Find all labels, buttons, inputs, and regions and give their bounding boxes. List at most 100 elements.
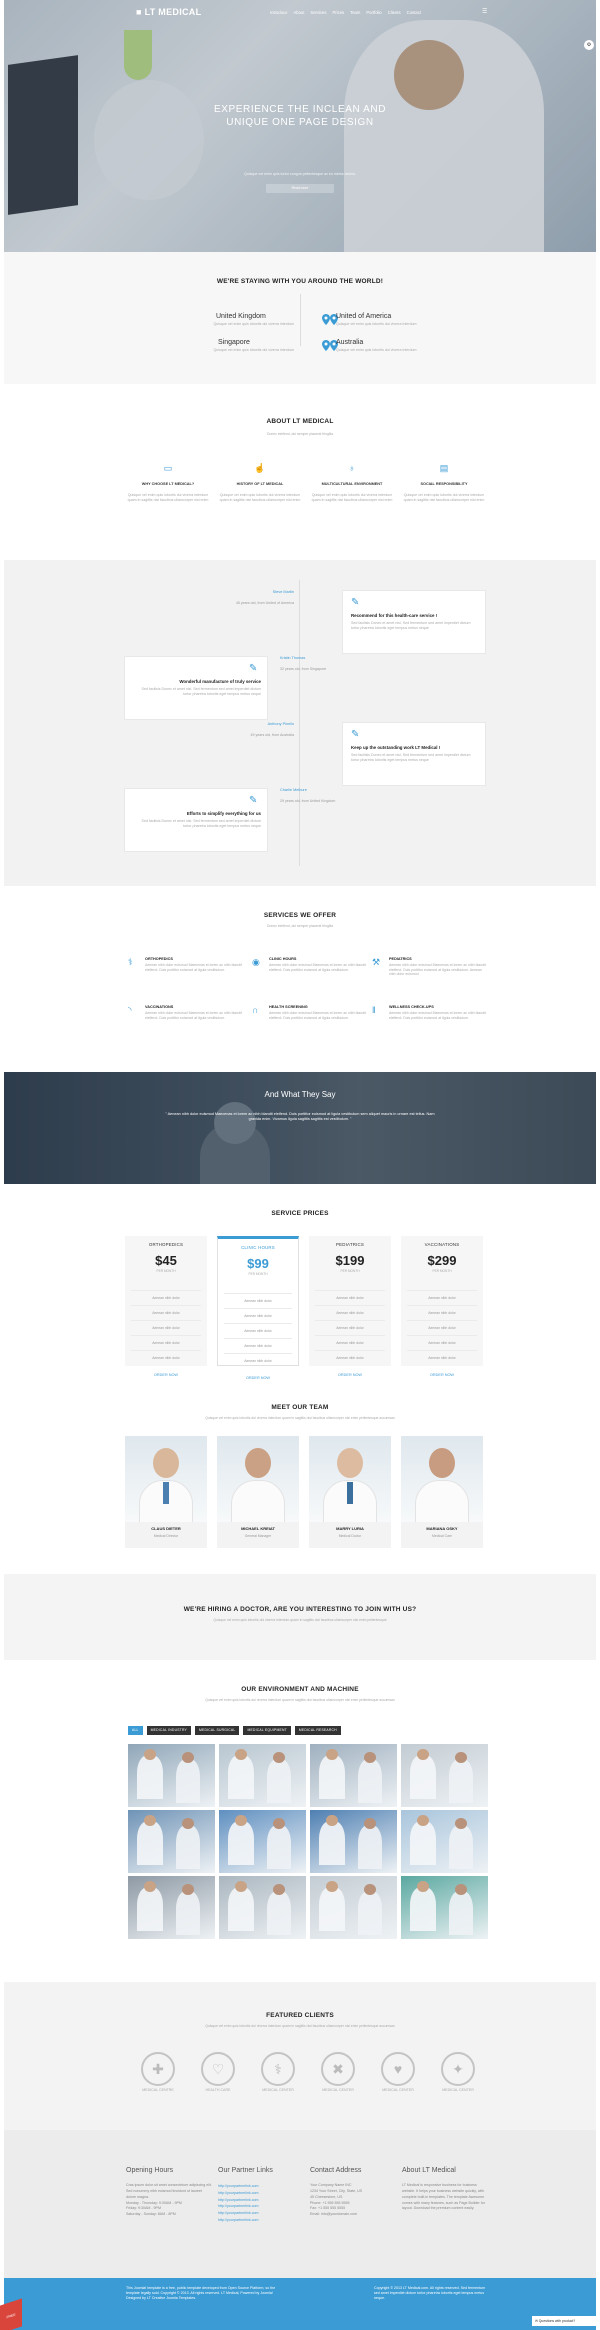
- medical-center-icon: ⚕: [261, 2052, 295, 2086]
- nav-item-portfolio[interactable]: Portfolio: [366, 10, 381, 16]
- feature-title: HISTORY OF LT MEDICAL: [236, 482, 284, 486]
- gallery-tile[interactable]: [219, 1876, 306, 1939]
- team-title: MEET OUR TEAM: [271, 1404, 329, 1411]
- hamburger-icon[interactable]: ☰: [482, 8, 487, 16]
- nav-item-prices[interactable]: Prices: [332, 10, 344, 16]
- location-desc: Quisque vel enim quis lobortis dui viver…: [213, 322, 295, 326]
- plan-feature: Aenean nibh dolor: [315, 1349, 385, 1365]
- gallery-title: OUR ENVIRONMENT AND MACHINE: [241, 1686, 359, 1693]
- filter-medical-surgical[interactable]: MEDICAL SURGICAL: [195, 1726, 240, 1735]
- nav-item-contact[interactable]: Contact: [407, 10, 421, 16]
- timeline-card-title: Recommend for this health-care service !: [351, 613, 438, 618]
- nav-item-team[interactable]: Team: [350, 10, 360, 16]
- client-name: HEALTH CARE: [205, 2088, 231, 2092]
- gallery-tile[interactable]: [128, 1744, 215, 1807]
- filter-medical-industry[interactable]: MEDICAL INDUSTRY: [146, 1726, 191, 1735]
- nav-item-about[interactable]: About: [293, 10, 304, 16]
- hiring-section: WE'RE HIRING A DOCTOR, ARE YOU INTERESTI…: [4, 1574, 596, 1660]
- plan-feature: Aenean nibh dolor: [407, 1289, 477, 1305]
- team-member-name: CLAUS DIETER: [151, 1526, 181, 1531]
- gallery-tile[interactable]: [401, 1744, 488, 1807]
- team-member-card[interactable]: MARRY LURIA Medical Doctor: [309, 1436, 391, 1548]
- hero-read-more-button[interactable]: Read more: [266, 184, 334, 193]
- pediatrics-icon: ⚒: [372, 957, 381, 967]
- gallery-tile[interactable]: [310, 1876, 397, 1939]
- timeline-meta: Anthony Pinello 49 years old, from Austr…: [204, 722, 294, 738]
- feature-item: ▤ SOCIAL RESPONSIBILITY Quisque vel enim…: [401, 462, 487, 503]
- map-pin-icon: [322, 314, 330, 325]
- footer-partner-links: Our Partner Links http://yourpartnerlink…: [218, 2166, 304, 2223]
- client-logo[interactable]: ♥ MEDICAL CENTER: [368, 2052, 428, 2096]
- gallery-tile[interactable]: [128, 1810, 215, 1873]
- team-member-photo: [401, 1436, 483, 1522]
- order-now-button[interactable]: ORDER NOW: [125, 1373, 207, 1378]
- service-title: PEDIATRICS: [389, 957, 412, 961]
- plan-price: $299: [427, 1252, 457, 1268]
- service-title: ORTHOPEDICS: [145, 957, 173, 961]
- service-desc: Aenean nibh dolor euismod Maecenas et lo…: [145, 963, 242, 972]
- plan-feature: Aenean nibh dolor: [224, 1307, 292, 1323]
- team-member-card[interactable]: MARIANA OSKY Medical Care: [401, 1436, 483, 1548]
- filter-medical-equipment[interactable]: MEDICAL EQUIPMENT: [243, 1726, 291, 1735]
- page: ■ LT MEDICAL Introduce About Services Pr…: [0, 0, 600, 2330]
- service-item: ∩ HEALTH SCREENING Aenean nibh dolor eui…: [252, 1004, 368, 1048]
- divider: [300, 294, 301, 346]
- gallery-tile[interactable]: [310, 1744, 397, 1807]
- hiring-subtitle: Quisque vel enim quis lobortis dui viver…: [213, 1618, 387, 1622]
- partner-link[interactable]: http://yourpartnerlink.com: [218, 2210, 304, 2217]
- client-logo[interactable]: ✦ MEDICAL CENTER: [428, 2052, 488, 2096]
- timeline-meta: Steve Martin 45 years old, from United o…: [204, 590, 294, 606]
- client-logo[interactable]: ⚕ MEDICAL CENTER: [248, 2052, 308, 2096]
- timeline-author: Kristin Thomas: [280, 656, 306, 660]
- timeline-author: Steve Martin: [272, 590, 294, 594]
- timeline-card-desc: Sed facilisis Donec et amet nisi. Sed fe…: [141, 819, 261, 828]
- gallery-tile[interactable]: [401, 1810, 488, 1873]
- client-logo[interactable]: ♡ HEALTH CARE: [188, 2052, 248, 2096]
- plan-feature: Aenean nibh dolor: [407, 1319, 477, 1335]
- plan-period: PER MONTH: [248, 1272, 268, 1277]
- order-now-button[interactable]: ORDER NOW: [218, 1376, 298, 1381]
- hero-title: EXPERIENCE THE INCLEAN AND UNIQUE ONE PA…: [213, 104, 387, 128]
- gallery-tile[interactable]: [219, 1810, 306, 1873]
- partner-link[interactable]: http://yourpartnerlink.com: [218, 2217, 304, 2224]
- chat-widget-button[interactable]: ✉ Questions with product?: [532, 2316, 596, 2326]
- filter-all[interactable]: ALL: [128, 1726, 143, 1735]
- testimonial-section: And What They Say " Aenean nibh dolor eu…: [4, 1072, 596, 1184]
- contact-email[interactable]: Email: info@yourdomain.com: [310, 2212, 396, 2218]
- plan-period: PER MONTH: [156, 1269, 176, 1274]
- team-member-card[interactable]: CLAUS DIETER Medical Director: [125, 1436, 207, 1548]
- service-title: VACCINATIONS: [145, 1005, 174, 1009]
- timeline-card-desc: Sed facilisis Donec et amet nisi. Sed fe…: [351, 621, 471, 630]
- partner-link[interactable]: http://yourpartnerlink.com: [218, 2183, 304, 2190]
- logo-text: LT MEDICAL: [144, 7, 202, 17]
- timeline-card: ✎ Keep up the outstanding work LT Medica…: [342, 722, 486, 786]
- client-name: MEDICAL CENTER: [382, 2088, 414, 2092]
- footer-text: Cras ipsum dolor sit amet consectetuer a…: [126, 2183, 212, 2199]
- locations-section: WE'RE STAYING WITH YOU AROUND THE WORLD!…: [4, 252, 596, 384]
- service-desc: Aenean nibh dolor euismod Maecenas et lo…: [145, 1011, 242, 1020]
- partner-link[interactable]: http://yourpartnerlink.com: [218, 2203, 304, 2210]
- partner-link[interactable]: http://yourpartnerlink.com: [218, 2197, 304, 2204]
- gallery-tile[interactable]: [128, 1876, 215, 1939]
- client-logo[interactable]: ✚ MEDICAL CENTRE: [128, 2052, 188, 2096]
- filter-medical-research[interactable]: MEDICAL RESEARCH: [294, 1726, 341, 1735]
- gallery-tile[interactable]: [310, 1810, 397, 1873]
- headphones-icon: ∩: [252, 1005, 259, 1015]
- location-desc: Quisque vel enim quis lobortis dui viver…: [213, 348, 295, 352]
- gallery-tile[interactable]: [219, 1744, 306, 1807]
- nav-item-clients[interactable]: Clients: [388, 10, 401, 16]
- services-section: SERVICES WE OFFER Donec eleifend, dui se…: [4, 886, 596, 1072]
- site-logo[interactable]: ■ LT MEDICAL: [136, 6, 201, 18]
- partner-link[interactable]: http://yourpartnerlink.com: [218, 2190, 304, 2197]
- client-logo[interactable]: ✖ MEDICAL CENTER: [308, 2052, 368, 2096]
- nav-item-introduce[interactable]: Introduce: [270, 10, 287, 16]
- team-member-card[interactable]: MICHAEL KREIAT General Manager: [217, 1436, 299, 1548]
- pencil-icon: ✎: [249, 795, 258, 806]
- gallery-tile[interactable]: [401, 1876, 488, 1939]
- plan-feature: Aenean nibh dolor: [315, 1289, 385, 1305]
- gear-icon[interactable]: ⚙: [584, 40, 594, 50]
- team-member-photo: [217, 1436, 299, 1522]
- order-now-button[interactable]: ORDER NOW: [401, 1373, 483, 1378]
- nav-item-services[interactable]: Services: [310, 10, 326, 16]
- order-now-button[interactable]: ORDER NOW: [309, 1373, 391, 1378]
